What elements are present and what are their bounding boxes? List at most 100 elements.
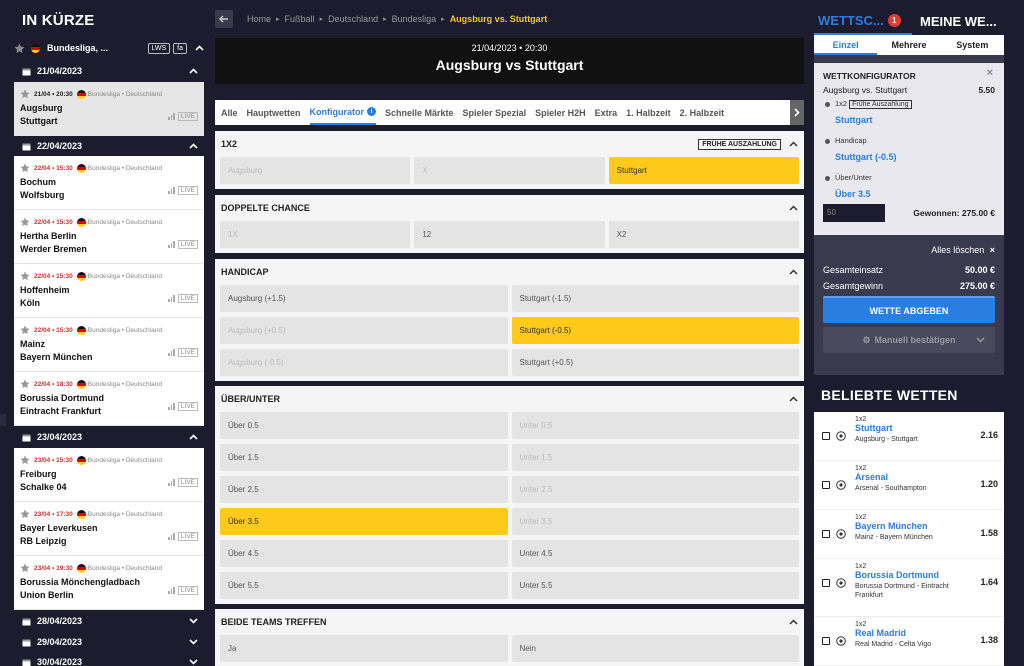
odd-button[interactable]: Unter 0.5 bbox=[511, 412, 799, 439]
odd-button[interactable]: Ja bbox=[220, 635, 508, 662]
odd-button-selected[interactable]: Stuttgart bbox=[608, 157, 799, 184]
chevron-down-icon[interactable] bbox=[189, 639, 198, 645]
odd-button[interactable]: Unter 1.5 bbox=[511, 444, 799, 471]
checkbox[interactable] bbox=[822, 637, 830, 645]
odd-button[interactable]: X bbox=[414, 157, 605, 184]
day-header[interactable]: 29/04/2023 bbox=[14, 633, 204, 651]
odd-button[interactable]: Nein bbox=[511, 635, 799, 662]
odd-button[interactable]: 1X bbox=[220, 221, 411, 248]
match-item[interactable]: 23/04 • 19:30 Bundesliga • Deutschland Bo… bbox=[14, 556, 204, 610]
odd-button[interactable]: X2 bbox=[608, 221, 799, 248]
chevron-up-icon[interactable] bbox=[189, 143, 198, 149]
odd-button[interactable]: 12 bbox=[414, 221, 605, 248]
match-item[interactable]: 23/04 • 17:30 Bundesliga • Deutschland Ba… bbox=[14, 502, 204, 556]
chevron-right-icon[interactable] bbox=[790, 100, 804, 125]
match-item[interactable]: 22/04 • 15:30 Bundesliga • Deutschland Ho… bbox=[14, 264, 204, 318]
breadcrumb-link[interactable]: Fußball bbox=[285, 14, 315, 24]
star-icon[interactable] bbox=[20, 563, 30, 573]
star-icon[interactable] bbox=[20, 163, 30, 173]
match-item[interactable]: 22/04 • 15:30 Bundesliga • Deutschland He… bbox=[14, 210, 204, 264]
odd-button[interactable]: Augsburg (+1.5) bbox=[220, 285, 508, 312]
league-tag[interactable]: LWS bbox=[147, 42, 171, 54]
odd-button[interactable]: Über 1.5 bbox=[220, 444, 508, 471]
chevron-up-icon[interactable] bbox=[789, 619, 798, 625]
day-header[interactable]: 22/04/2023 bbox=[14, 137, 204, 155]
odd-button[interactable]: Unter 5.5 bbox=[511, 572, 799, 599]
league-filter[interactable]: Bundesliga, ... LWS fa bbox=[14, 38, 204, 58]
subtab-multiple[interactable]: Mehrere bbox=[877, 35, 940, 55]
odd-button[interactable]: Augsburg (+0.5) bbox=[220, 317, 508, 344]
odd-button[interactable]: Unter 3.5 bbox=[511, 508, 799, 535]
league-tag[interactable]: fa bbox=[173, 42, 187, 54]
breadcrumb-link[interactable]: Bundesliga bbox=[392, 14, 437, 24]
popular-bet-item[interactable]: 1x2 Borussia Dortmund Borussia Dortmund - … bbox=[814, 559, 1004, 617]
odd-button[interactable]: Stuttgart (+0.5) bbox=[511, 349, 799, 376]
tab-konfigurator[interactable]: Konfigurator i bbox=[309, 100, 377, 125]
popular-bet-item[interactable]: 1x2 Arsenal Arsenal - Southampton 1.20 bbox=[814, 461, 1004, 510]
odd-button[interactable]: Unter 4.5 bbox=[511, 540, 799, 567]
star-icon[interactable] bbox=[20, 455, 30, 465]
chevron-up-icon[interactable] bbox=[195, 45, 204, 51]
tab-betslip[interactable]: WETTSC... 1 bbox=[814, 8, 912, 35]
manual-confirm-button[interactable]: ⚙ Manuell bestätigen bbox=[823, 327, 995, 353]
odd-button-selected[interactable]: Stuttgart (-0.5) bbox=[511, 317, 799, 344]
info-icon[interactable]: i bbox=[367, 107, 377, 116]
odd-button[interactable]: Über 2.5 bbox=[220, 476, 508, 503]
back-arrow-icon[interactable] bbox=[215, 10, 233, 28]
popular-bet-item[interactable]: 1x2 Stuttgart Augsburg - Stuttgart 2.16 bbox=[814, 412, 1004, 461]
chevron-up-icon[interactable] bbox=[789, 141, 798, 147]
tab-extra[interactable]: Extra bbox=[595, 100, 618, 125]
chevron-up-icon[interactable] bbox=[789, 396, 798, 402]
match-item[interactable]: 22/04 • 15:30 Bundesliga • Deutschland Ma… bbox=[14, 318, 204, 372]
day-header[interactable]: 28/04/2023 bbox=[14, 612, 204, 630]
odd-button[interactable]: Augsburg bbox=[220, 157, 411, 184]
tab-my-bets[interactable]: MEINE WE... bbox=[916, 14, 997, 29]
tab-2-halbzeit[interactable]: 2. Halbzeit bbox=[680, 100, 725, 125]
chevron-up-icon[interactable] bbox=[789, 205, 798, 211]
breadcrumb-link[interactable]: Deutschland bbox=[328, 14, 378, 24]
chevron-up-icon[interactable] bbox=[789, 269, 798, 275]
popular-bet-item[interactable]: 1x2 Bayern München Mainz - Bayern München 1… bbox=[814, 510, 1004, 559]
odd-button[interactable]: Stuttgart (-1.5) bbox=[511, 285, 799, 312]
day-header[interactable]: 21/04/2023 bbox=[14, 62, 204, 80]
popular-bet-item[interactable]: 1x2 Real Madrid Real Madrid - Celta Vigo 1.… bbox=[814, 617, 1004, 666]
odd-button-selected[interactable]: Über 3.5 bbox=[220, 508, 508, 535]
odd-button[interactable]: Über 5.5 bbox=[220, 572, 508, 599]
breadcrumb-link[interactable]: Home bbox=[247, 14, 271, 24]
place-bet-button[interactable]: WETTE ABGEBEN bbox=[823, 296, 995, 323]
tab-spieler-spezial[interactable]: Spieler Spezial bbox=[463, 100, 527, 125]
match-item[interactable]: 22/04 • 15:30 Bundesliga • Deutschland Bo… bbox=[14, 156, 204, 210]
star-icon[interactable] bbox=[20, 217, 30, 227]
sidebar-toggle-handle[interactable] bbox=[0, 414, 6, 426]
stake-input[interactable]: 50 bbox=[823, 204, 885, 222]
chevron-up-icon[interactable] bbox=[189, 434, 198, 440]
chevron-down-icon[interactable] bbox=[189, 618, 198, 624]
subtab-single[interactable]: Einzel bbox=[814, 35, 878, 55]
match-item[interactable]: 21/04 • 20:30 Bundesliga • Deutschland Au… bbox=[14, 82, 204, 136]
star-icon[interactable] bbox=[20, 509, 30, 519]
checkbox[interactable] bbox=[822, 481, 830, 489]
star-icon[interactable] bbox=[14, 43, 25, 54]
odd-button[interactable]: Über 0.5 bbox=[220, 412, 508, 439]
star-icon[interactable] bbox=[20, 325, 30, 335]
star-icon[interactable] bbox=[20, 379, 30, 389]
tab-1-halbzeit[interactable]: 1. Halbzeit bbox=[626, 100, 671, 125]
checkbox[interactable] bbox=[822, 432, 830, 440]
tab-schnelle-maerkte[interactable]: Schnelle Märkte bbox=[385, 100, 454, 125]
match-item[interactable]: 22/04 • 18:30 Bundesliga • Deutschland Bo… bbox=[14, 372, 204, 426]
day-header[interactable]: 30/04/2023 bbox=[14, 653, 204, 666]
close-icon[interactable]: × bbox=[987, 67, 993, 79]
chevron-up-icon[interactable] bbox=[189, 68, 198, 74]
odd-button[interactable]: Unter 2.5 bbox=[511, 476, 799, 503]
match-item[interactable]: 23/04 • 15:30 Bundesliga • Deutschland Fr… bbox=[14, 448, 204, 502]
star-icon[interactable] bbox=[20, 89, 30, 99]
checkbox[interactable] bbox=[822, 579, 830, 587]
tab-hauptwetten[interactable]: Hauptwetten bbox=[247, 100, 301, 125]
subtab-system[interactable]: System bbox=[941, 35, 1004, 55]
star-icon[interactable] bbox=[20, 271, 30, 281]
chevron-down-icon[interactable] bbox=[189, 659, 198, 665]
tab-spieler-h2h[interactable]: Spieler H2H bbox=[535, 100, 586, 125]
checkbox[interactable] bbox=[822, 530, 830, 538]
odd-button[interactable]: Augsburg (-0.5) bbox=[220, 349, 508, 376]
clear-all-button[interactable]: Alles löschen × bbox=[823, 245, 995, 255]
